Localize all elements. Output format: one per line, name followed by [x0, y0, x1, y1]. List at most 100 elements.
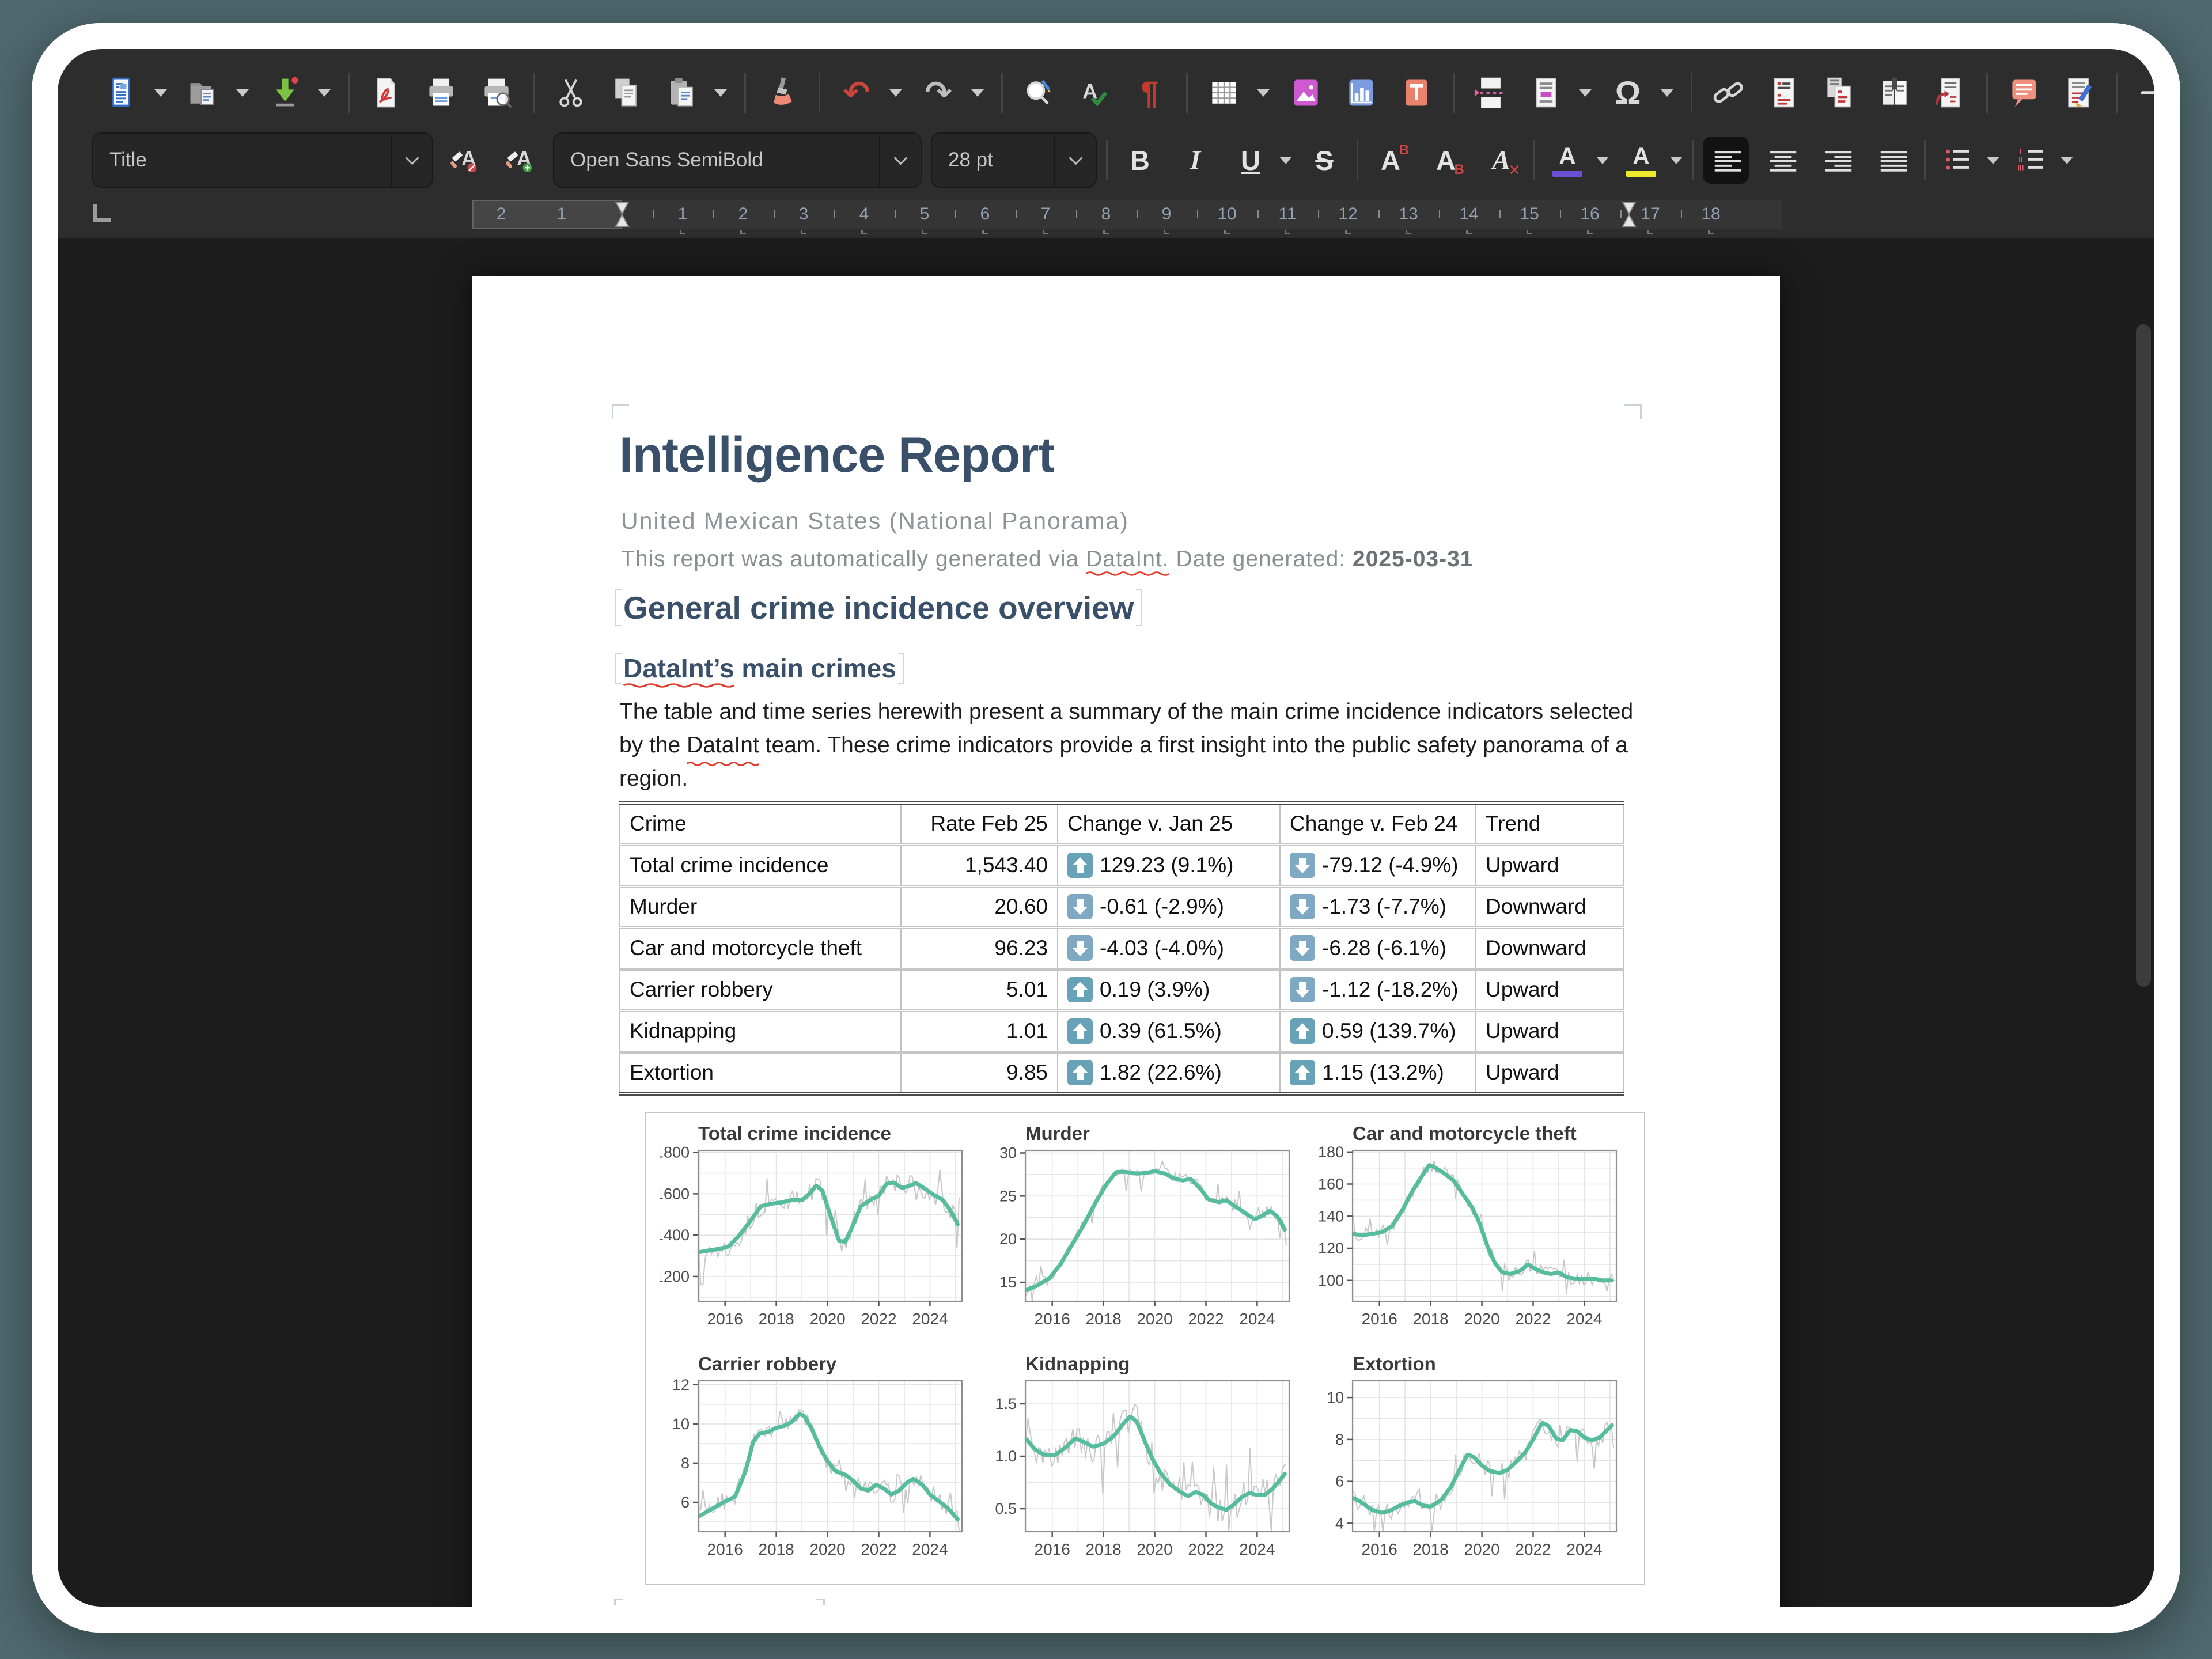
page-break-icon[interactable]: [1472, 74, 1510, 112]
paste-icon[interactable]: [662, 74, 700, 112]
vertical-scrollbar-thumb[interactable]: [2136, 324, 2151, 987]
document-title[interactable]: Intelligence Report: [619, 427, 1054, 484]
change-jan-cell[interactable]: -4.03 (-4.0%): [1058, 927, 1280, 969]
crime-indicators-table[interactable]: CrimeRate Feb 25Change v. Jan 25Change v…: [619, 801, 1624, 1096]
crime-cell[interactable]: Car and motorcycle theft: [620, 927, 901, 969]
save-icon[interactable]: [266, 74, 304, 112]
rate-cell[interactable]: 1,543.40: [901, 844, 1058, 886]
horizontal-line-icon[interactable]: [2135, 74, 2154, 112]
crime-cell[interactable]: Murder: [620, 886, 901, 927]
insert-chart-icon[interactable]: [1342, 74, 1380, 112]
font-size-combobox[interactable]: 28 pt: [931, 132, 1097, 188]
insert-textbox-icon[interactable]: [1397, 74, 1435, 112]
paragraph-style-combobox[interactable]: Title: [92, 132, 433, 188]
italic-button[interactable]: I: [1172, 137, 1218, 184]
font-color-button[interactable]: A: [1544, 137, 1590, 184]
insert-endnote-icon[interactable]: [1820, 74, 1858, 112]
change-jan-cell[interactable]: -0.61 (-2.9%): [1058, 886, 1280, 927]
redo-icon[interactable]: ↷: [919, 74, 957, 112]
dropdown-caret[interactable]: [1257, 89, 1270, 97]
crime-cell[interactable]: Carrier robbery: [620, 969, 901, 1010]
cross-reference-icon[interactable]: [1931, 74, 1969, 112]
bullet-list-button[interactable]: [1935, 137, 1981, 184]
trend-cell[interactable]: Downward: [1476, 927, 1623, 969]
dropdown-caret[interactable]: [971, 89, 984, 97]
clone-formatting-icon[interactable]: [763, 74, 801, 112]
rate-cell[interactable]: 20.60: [901, 886, 1058, 927]
dropdown-caret[interactable]: [1661, 89, 1673, 97]
align-justify-button[interactable]: [1869, 137, 1915, 184]
change-jan-cell[interactable]: 0.19 (3.9%): [1058, 969, 1280, 1010]
insert-table-icon[interactable]: [1205, 74, 1243, 112]
table-row[interactable]: Car and motorcycle theft96.23-4.03 (-4.0…: [620, 927, 1623, 969]
track-changes-icon[interactable]: [2061, 74, 2099, 112]
combobox-dropdown-button[interactable]: [1054, 134, 1096, 187]
rate-cell[interactable]: 1.01: [901, 1010, 1058, 1052]
align-right-button[interactable]: [1813, 137, 1859, 184]
combobox-dropdown-button[interactable]: [391, 134, 432, 187]
highlight-color-button[interactable]: A: [1618, 137, 1664, 184]
trend-cell[interactable]: Upward: [1476, 969, 1623, 1010]
table-row[interactable]: Total crime incidence1,543.40129.23 (9.1…: [620, 844, 1623, 886]
dropdown-caret[interactable]: [154, 89, 167, 97]
copy-icon[interactable]: [607, 74, 645, 112]
insert-field-icon[interactable]: [1527, 74, 1565, 112]
body-paragraph[interactable]: The table and time series herewith prese…: [619, 695, 1650, 796]
change-feb-cell[interactable]: -6.28 (-6.1%): [1280, 927, 1476, 969]
crime-cell[interactable]: Kidnapping: [620, 1010, 901, 1052]
dropdown-caret[interactable]: [1670, 157, 1683, 164]
crime-cell[interactable]: Total crime incidence: [620, 844, 901, 886]
insert-comment-icon[interactable]: [2005, 74, 2043, 112]
document-page[interactable]: Intelligence Report United Mexican State…: [472, 276, 1780, 1607]
change-feb-cell[interactable]: 0.59 (139.7%): [1280, 1010, 1476, 1052]
rate-cell[interactable]: 96.23: [901, 927, 1058, 969]
print-icon[interactable]: [422, 74, 460, 112]
table-row[interactable]: Kidnapping1.010.39 (61.5%)0.59 (139.7%)U…: [620, 1010, 1623, 1052]
strikethrough-button[interactable]: S: [1301, 137, 1347, 184]
table-row[interactable]: Carrier robbery5.010.19 (3.9%)-1.12 (-18…: [620, 969, 1623, 1010]
align-center-button[interactable]: [1758, 137, 1804, 184]
special-character-icon[interactable]: Ω: [1609, 74, 1647, 112]
bold-button[interactable]: B: [1117, 137, 1163, 184]
print-preview-icon[interactable]: [478, 74, 516, 112]
charts-figure[interactable]: 120014001600180020162018202020222024Tota…: [645, 1112, 1645, 1585]
first-line-indent-marker[interactable]: [615, 201, 630, 228]
new-style-button[interactable]: A: [498, 137, 544, 184]
align-left-button[interactable]: [1703, 137, 1749, 184]
new-document-icon[interactable]: [103, 74, 141, 112]
table-row[interactable]: Murder20.60-0.61 (-2.9%)-1.73 (-7.7%)Dow…: [620, 886, 1623, 927]
change-jan-cell[interactable]: 1.82 (22.6%): [1058, 1052, 1280, 1093]
change-jan-cell[interactable]: 0.39 (61.5%): [1058, 1010, 1280, 1052]
formatting-marks-icon[interactable]: ¶: [1131, 74, 1169, 112]
undo-icon[interactable]: ↶: [838, 74, 876, 112]
hyperlink-icon[interactable]: [1710, 74, 1748, 112]
find-replace-icon[interactable]: [1020, 74, 1058, 112]
trend-cell[interactable]: Upward: [1476, 1052, 1623, 1093]
trend-cell[interactable]: Downward: [1476, 886, 1623, 927]
dropdown-caret[interactable]: [1579, 89, 1592, 97]
dropdown-caret[interactable]: [889, 89, 902, 97]
subscript-button[interactable]: AB: [1423, 137, 1469, 184]
superscript-button[interactable]: AB: [1368, 137, 1414, 184]
dropdown-caret[interactable]: [1987, 157, 1999, 164]
dropdown-caret[interactable]: [1279, 157, 1292, 164]
right-indent-marker[interactable]: [1622, 201, 1637, 228]
trend-cell[interactable]: Upward: [1476, 1010, 1623, 1052]
open-folder-icon[interactable]: [184, 74, 222, 112]
underline-button[interactable]: U: [1228, 137, 1274, 184]
dropdown-caret[interactable]: [1596, 157, 1609, 164]
tab-stop-selector[interactable]: [93, 204, 111, 222]
rate-cell[interactable]: 5.01: [901, 969, 1058, 1010]
clear-formatting-button[interactable]: A✕: [1478, 137, 1524, 184]
heading-1[interactable]: General crime incidence overview: [615, 588, 1142, 627]
horizontal-ruler[interactable]: 21123456789101112131415161718: [472, 200, 1782, 229]
font-name-combobox[interactable]: Open Sans SemiBold: [553, 132, 922, 188]
insert-bookmark-icon[interactable]: [1876, 74, 1914, 112]
trend-cell[interactable]: Upward: [1476, 844, 1623, 886]
numbered-list-button[interactable]: IIIIII: [2009, 137, 2055, 184]
update-style-button[interactable]: A: [442, 137, 488, 184]
export-pdf-icon[interactable]: [367, 74, 405, 112]
change-feb-cell[interactable]: 1.15 (13.2%): [1280, 1052, 1476, 1093]
combobox-dropdown-button[interactable]: [879, 134, 921, 187]
insert-footnote-icon[interactable]: [1765, 74, 1803, 112]
